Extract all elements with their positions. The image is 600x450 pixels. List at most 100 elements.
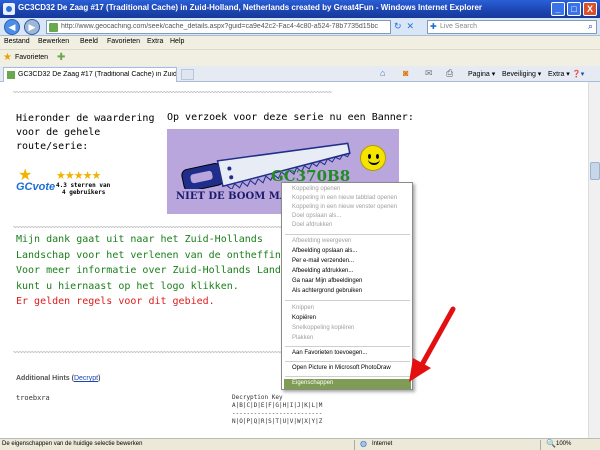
ctx-per-email[interactable]: Per e-mail verzenden... (292, 258, 354, 264)
menu-favorieten[interactable]: Favorieten (107, 38, 140, 45)
ctx-mijn-afbeeldingen[interactable]: Ga naar Mijn afbeeldingen (292, 278, 362, 284)
gcvote-logo: GCvote (16, 181, 56, 193)
favorites-bar: ★ Favorieten ✚ (0, 49, 600, 66)
help-menu[interactable]: ❓▾ (572, 70, 584, 78)
ctx-separator (285, 234, 410, 235)
menu-extra[interactable]: Extra (147, 38, 163, 45)
ctx-afbeelding-weergeven: Afbeelding weergeven (292, 238, 352, 244)
thanks-text: Mijn dank gaat uit naar het Zuid-Holland… (16, 232, 299, 310)
pagina-menu[interactable]: Pagina ▾ (468, 70, 495, 78)
favorites-button[interactable]: Favorieten (15, 54, 48, 61)
ctx-separator (285, 376, 410, 377)
rating-line: route/serie: (16, 141, 89, 152)
tab-label: GC3CD32 De Zaag #17 (Traditional Cache) … (18, 71, 176, 78)
ctx-open-photodraw[interactable]: Open Picture in Microsoft PhotoDraw (292, 365, 391, 371)
banner-request: Op verzoek voor deze serie nu een Banner… (167, 112, 414, 123)
ctx-plakken: Plakken (292, 335, 314, 341)
add-favorite-icon[interactable]: ✚ (57, 52, 65, 63)
menu-bewerken[interactable]: Bewerken (38, 38, 69, 45)
decrypt-link[interactable]: Decrypt (74, 375, 98, 382)
ctx-separator (285, 361, 410, 362)
address-actions: ↻ ✕ (394, 21, 419, 32)
thanks-line: kunt u hiernaast op het logo klikken. (16, 280, 239, 292)
url-text: http://www.geocaching.com/seek/cache_det… (61, 23, 378, 30)
ctx-separator (285, 300, 410, 301)
ctx-eigenschappen[interactable]: Eigenschappen (292, 380, 333, 386)
menu-bar: Bestand Bewerken Beeld Favorieten Extra … (0, 36, 600, 49)
favorites-star-icon[interactable]: ★ (3, 52, 12, 63)
ctx-afbeelding-opslaan[interactable]: Afbeelding opslaan als... (292, 248, 357, 254)
tab-bar: GC3CD32 De Zaag #17 (Traditional Cache) … (0, 66, 600, 82)
search-placeholder: Live Search (440, 23, 477, 30)
address-bar: ◀ ▶ http://www.geocaching.com/seek/cache… (0, 18, 600, 36)
gcvote-users: 4 gebruikers (62, 189, 106, 196)
globe-icon: ◍ (360, 439, 367, 448)
tab-geocache[interactable]: GC3CD32 De Zaag #17 (Traditional Cache) … (3, 67, 177, 82)
new-tab-button[interactable] (181, 69, 194, 80)
feeds-icon[interactable]: ◙ (403, 68, 408, 78)
hints-label: Additional Hints ( (16, 375, 74, 382)
beveiliging-menu[interactable]: Beveiliging ▾ (502, 70, 541, 78)
ctx-knippen: Knippen (292, 305, 315, 311)
smiley-icon (360, 145, 386, 171)
thanks-line: Mijn dank gaat uit naar het Zuid-Holland… (16, 234, 263, 245)
menu-help[interactable]: Help (170, 38, 184, 45)
ctx-kopieren[interactable]: Kopiëren (292, 315, 316, 321)
gcvote-widget[interactable]: ★ GCvote ★★★★★ 4.3 sterren van 4 gebruik… (16, 167, 126, 196)
rating-line: Hieronder de waardering (16, 113, 155, 124)
rating-intro: Hieronder de waardering voor de gehele r… (16, 112, 156, 154)
ctx-doel-afdrukken: Doel afdrukken (292, 222, 333, 228)
context-menu: Koppeling openen Koppeling in een nieuw … (281, 182, 413, 390)
ctx-separator (285, 346, 410, 347)
search-input[interactable]: ✚ Live Search ⌕ (427, 20, 597, 34)
window-titlebar: GC3CD32 De Zaag #17 (Traditional Cache) … (0, 0, 600, 18)
ctx-snelkoppeling-kopieren: Snelkoppeling kopiëren (292, 325, 355, 331)
minimize-button[interactable]: _ (551, 2, 565, 16)
stop-icon[interactable]: ✕ (407, 21, 415, 31)
zoom-icon[interactable]: 🔍 (546, 439, 556, 448)
decrypt-key-divider: ------------------------- (232, 410, 323, 417)
vertical-scrollbar[interactable] (588, 82, 600, 438)
maximize-button[interactable]: □ (567, 2, 581, 16)
decrypt-key-title: Decryption Key (232, 394, 283, 401)
thanks-line: Voor meer informatie over Zuid-Hollands … (16, 265, 299, 276)
hint-text: troebxra (16, 394, 50, 402)
close-button[interactable]: X (583, 2, 597, 16)
decryption-key: Decryption Key A|B|C|D|E|F|G|H|I|J|K|L|M… (232, 394, 322, 426)
ctx-koppeling-openen: Koppeling openen (292, 186, 341, 192)
print-icon[interactable]: ⎙ (446, 68, 453, 79)
zoom-level[interactable]: 100% (556, 441, 571, 447)
window-title: GC3CD32 De Zaag #17 (Traditional Cache) … (18, 3, 483, 12)
search-icon[interactable]: ⌕ (588, 21, 593, 32)
ctx-koppeling-nieuw-tabblad: Koppeling in een nieuw tabblad openen (292, 195, 398, 201)
divider-line: ~~~~~~~~~~~~~~~~~~~~~~~~~~~~~~~~~~~~~~~~… (13, 90, 332, 96)
rating-line: voor de gehele (16, 127, 101, 138)
forward-button[interactable]: ▶ (24, 19, 40, 35)
decrypt-key-row: N|O|P|Q|R|S|T|U|V|W|X|Y|Z (232, 418, 323, 425)
back-button[interactable]: ◀ (4, 19, 20, 35)
refresh-icon[interactable]: ↻ (394, 21, 402, 31)
ctx-aan-favorieten[interactable]: Aan Favorieten toevoegen... (292, 350, 367, 356)
red-arrow-icon (409, 306, 456, 382)
status-divider (540, 440, 541, 450)
mail-icon[interactable]: ✉ (425, 68, 433, 79)
scrollbar-thumb[interactable] (590, 162, 600, 180)
ctx-doel-opslaan: Doel opslaan als... (292, 213, 342, 219)
ctx-als-achtergrond[interactable]: Als achtergrond gebruiken (292, 288, 362, 294)
ctx-afbeelding-afdrukken[interactable]: Afbeelding afdrukken... (292, 268, 353, 274)
home-icon[interactable]: ⌂ (380, 68, 385, 78)
thanks-line: Landschap voor het verlenen van de onthe… (16, 249, 293, 261)
security-zone: Internet (372, 441, 393, 447)
rules-warning: Er gelden regels voor dit gebied. (16, 296, 215, 307)
gcvote-info: 4.3 sterren van 4 gebruikers (56, 182, 110, 196)
decrypt-key-row: A|B|C|D|E|F|G|H|I|J|K|L|M (232, 402, 323, 409)
status-divider (354, 440, 355, 450)
url-field[interactable]: http://www.geocaching.com/seek/cache_det… (46, 20, 391, 34)
menu-beeld[interactable]: Beeld (80, 38, 98, 45)
extra-menu[interactable]: Extra ▾ (548, 70, 570, 78)
status-text: De eigenschappen van de huidige selectie… (2, 441, 143, 447)
site-favicon-icon (49, 23, 58, 32)
hints-close-paren: ) (98, 375, 101, 382)
menu-bestand[interactable]: Bestand (4, 38, 30, 45)
status-bar: De eigenschappen van de huidige selectie… (0, 438, 600, 450)
